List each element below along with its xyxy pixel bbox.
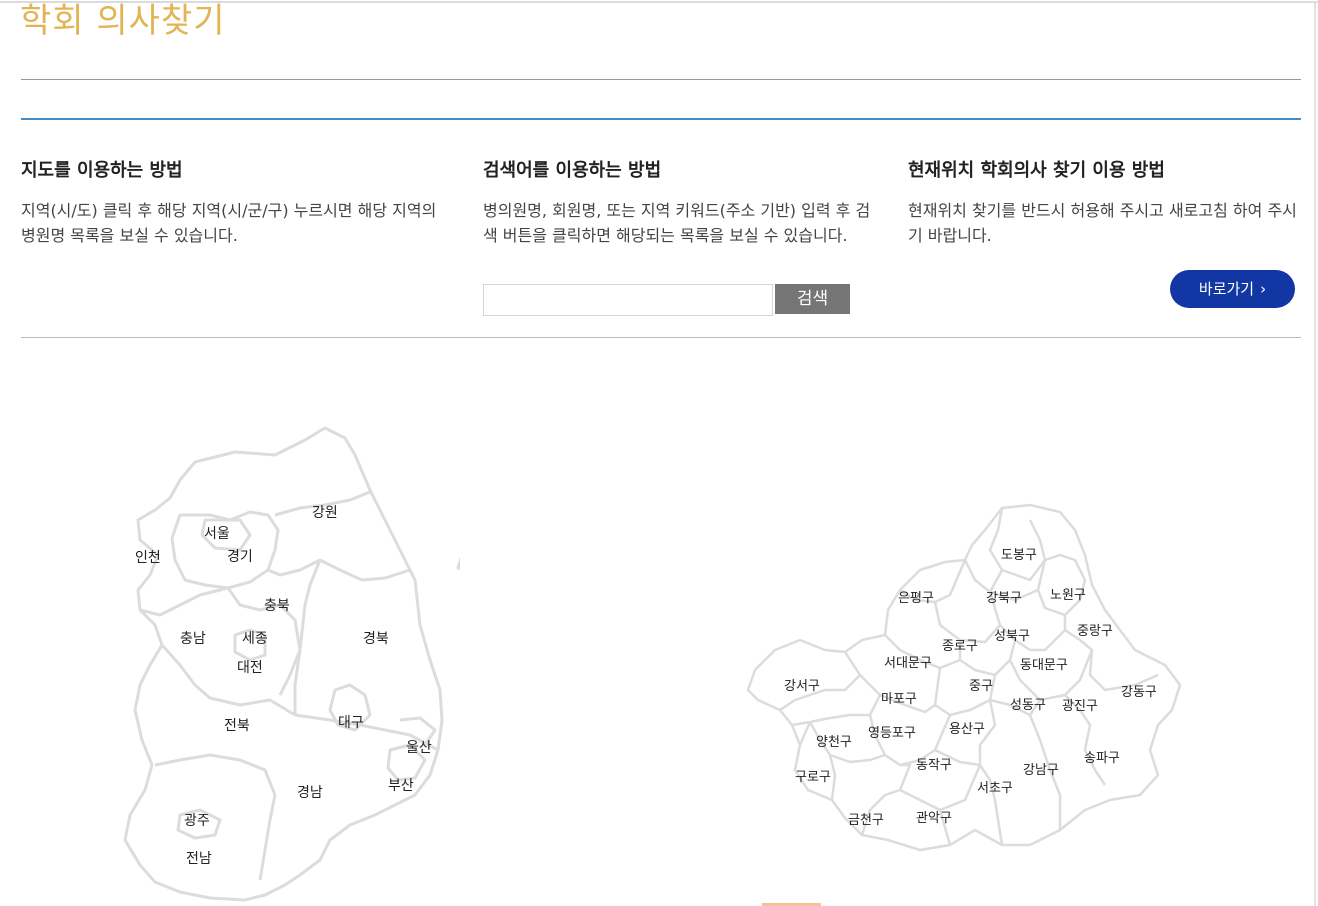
district-yangcheon[interactable]: 양천구 bbox=[816, 735, 852, 751]
map-method-desc: 지역(시/도) 클릭 후 해당 지역(시/군/구) 누르시면 해당 지역의 병원… bbox=[21, 201, 437, 245]
chevron-right-icon: › bbox=[1260, 280, 1267, 298]
district-dongdaemun[interactable]: 동대문구 bbox=[1020, 658, 1068, 674]
region-ulsan[interactable]: 울산 bbox=[406, 740, 432, 756]
district-jungnang[interactable]: 중랑구 bbox=[1077, 624, 1113, 640]
region-gyeongbuk[interactable]: 경북 bbox=[363, 631, 389, 647]
region-chungbuk[interactable]: 충북 bbox=[264, 598, 290, 614]
accent-divider bbox=[21, 118, 1301, 120]
location-go-button[interactable]: 바로가기 › bbox=[1170, 270, 1295, 308]
search-button[interactable]: 검색 bbox=[775, 284, 850, 314]
district-seodaemun[interactable]: 서대문구 bbox=[884, 656, 932, 672]
district-yongsan[interactable]: 용산구 bbox=[949, 722, 985, 738]
search-input[interactable] bbox=[483, 284, 773, 316]
page-title: 학회 의사찾기 bbox=[20, 1, 226, 41]
region-gwangju[interactable]: 광주 bbox=[184, 813, 210, 829]
region-incheon[interactable]: 인천 bbox=[135, 550, 161, 566]
district-gangnam[interactable]: 강남구 bbox=[1023, 763, 1059, 779]
district-geumcheon[interactable]: 금천구 bbox=[848, 813, 884, 829]
district-dobong[interactable]: 도봉구 bbox=[1001, 548, 1037, 564]
district-songpa[interactable]: 송파구 bbox=[1084, 751, 1120, 767]
district-nowon[interactable]: 노원구 bbox=[1050, 588, 1086, 604]
district-gwanak[interactable]: 관악구 bbox=[916, 811, 952, 827]
region-seoul[interactable]: 서울 bbox=[204, 526, 230, 542]
district-eunpyeong[interactable]: 은평구 bbox=[898, 591, 934, 607]
region-chungnam[interactable]: 충남 bbox=[180, 631, 206, 647]
region-gangwon[interactable]: 강원 bbox=[312, 505, 338, 521]
map-method-section: 지도를 이용하는 방법 지역(시/도) 클릭 후 해당 지역(시/군/구) 누르… bbox=[21, 158, 441, 248]
region-gyeongnam[interactable]: 경남 bbox=[297, 785, 323, 801]
district-yeongdeungpo[interactable]: 영등포구 bbox=[868, 726, 916, 742]
location-method-heading: 현재위치 학회의사 찾기 이용 방법 bbox=[908, 160, 1165, 181]
district-gangbuk[interactable]: 강북구 bbox=[986, 591, 1022, 607]
district-seongdong[interactable]: 성동구 bbox=[1010, 698, 1046, 714]
district-gwangjin[interactable]: 광진구 bbox=[1062, 699, 1098, 715]
search-method-section: 검색어를 이용하는 방법 병의원명, 회원명, 또는 지역 키워드(주소 기반)… bbox=[483, 158, 883, 248]
region-jeonbuk[interactable]: 전북 bbox=[224, 718, 250, 734]
location-method-desc: 현재위치 찾기를 반드시 허용해 주시고 새로고침 하여 주시기 바랍니다. bbox=[908, 201, 1297, 245]
title-divider bbox=[21, 79, 1301, 80]
district-mapo[interactable]: 마포구 bbox=[881, 692, 917, 708]
district-jongno[interactable]: 종로구 bbox=[942, 639, 978, 655]
district-guro[interactable]: 구로구 bbox=[795, 770, 831, 786]
map-method-heading: 지도를 이용하는 방법 bbox=[21, 160, 183, 181]
location-method-section: 현재위치 학회의사 찾기 이용 방법 현재위치 찾기를 반드시 허용해 주시고 … bbox=[908, 158, 1303, 248]
region-jeonnam[interactable]: 전남 bbox=[186, 851, 212, 867]
region-gyeonggi[interactable]: 경기 bbox=[227, 549, 253, 565]
district-jung[interactable]: 중구 bbox=[969, 679, 993, 695]
district-gangdong[interactable]: 강동구 bbox=[1121, 685, 1157, 701]
region-daejeon[interactable]: 대전 bbox=[237, 660, 263, 676]
search-method-desc: 병의원명, 회원명, 또는 지역 키워드(주소 기반) 입력 후 검색 버튼을 … bbox=[483, 201, 871, 245]
district-dongjak[interactable]: 동작구 bbox=[916, 758, 952, 774]
region-daegu[interactable]: 대구 bbox=[338, 715, 364, 731]
district-seongbuk[interactable]: 성북구 bbox=[994, 629, 1030, 645]
seoul-map: 도봉구 은평구 강북구 노원구 종로구 성북구 중랑구 서대문구 동대문구 강서… bbox=[740, 500, 1190, 860]
search-method-heading: 검색어를 이용하는 방법 bbox=[483, 160, 662, 181]
district-gangseo[interactable]: 강서구 bbox=[784, 679, 820, 695]
location-go-label: 바로가기 bbox=[1198, 280, 1255, 298]
region-busan[interactable]: 부산 bbox=[388, 778, 414, 794]
section-divider bbox=[21, 337, 1301, 338]
korea-map-outline bbox=[123, 426, 460, 902]
region-sejong[interactable]: 세종 bbox=[242, 631, 268, 647]
korea-map: 강원 서울 인천 경기 충북 충남 세종 경북 대전 대구 전북 울산 부산 경… bbox=[100, 420, 460, 906]
right-scroll-edge bbox=[1314, 3, 1316, 906]
district-seocho[interactable]: 서초구 bbox=[977, 781, 1013, 797]
